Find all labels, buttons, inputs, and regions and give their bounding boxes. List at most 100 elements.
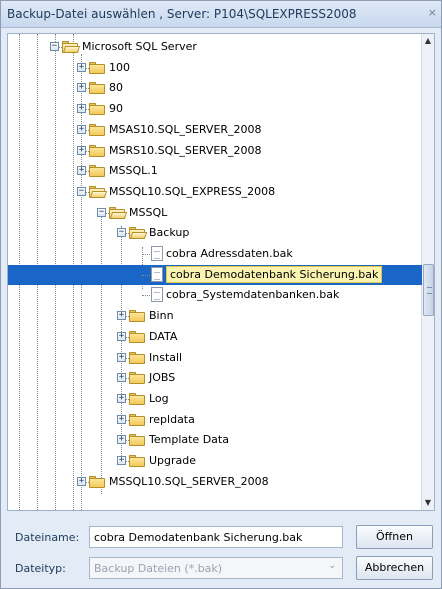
collapse-icon[interactable]: − bbox=[77, 186, 86, 196]
folder-tree[interactable]: ▲ ▼ − Microsoft SQL Server +100 +80 +90 + MSAS… bbox=[7, 33, 435, 511]
filetype-select[interactable]: Backup Dateien (*.bak) ⌄ bbox=[89, 557, 343, 579]
tree-item-label: DATA bbox=[149, 329, 178, 343]
tree-row[interactable]: + Binn bbox=[8, 306, 422, 326]
close-icon[interactable]: × bbox=[428, 6, 437, 19]
tree-row[interactable]: cobra Adressdaten.bak bbox=[8, 244, 422, 264]
folder-icon bbox=[129, 455, 145, 467]
tree-item-label: 100 bbox=[109, 60, 130, 74]
expand-icon[interactable]: + bbox=[77, 124, 86, 134]
tree-row[interactable]: cobra_Systemdatenbanken.bak bbox=[8, 285, 422, 305]
tree-row[interactable]: + MSSQL.1 bbox=[8, 161, 422, 181]
tree-row[interactable]: + MSAS10.SQL_SERVER_2008 bbox=[8, 120, 422, 140]
folder-open-icon bbox=[129, 227, 148, 240]
tree-row[interactable]: + Template Data bbox=[8, 430, 422, 450]
scroll-up-arrow-icon[interactable]: ▲ bbox=[422, 34, 434, 48]
tree-item-label: cobra Adressdaten.bak bbox=[166, 247, 293, 260]
chevron-down-icon[interactable]: ⌄ bbox=[328, 561, 336, 571]
tree-item-label: MSAS10.SQL_SERVER_2008 bbox=[109, 122, 262, 136]
open-button[interactable]: Öffnen bbox=[356, 525, 433, 549]
expand-icon[interactable]: + bbox=[117, 414, 126, 424]
tree-row[interactable]: +80 bbox=[8, 78, 422, 98]
file-icon bbox=[151, 266, 163, 282]
tree-row[interactable]: + MSSQL10.SQL_SERVER_2008 bbox=[8, 472, 422, 492]
folder-icon bbox=[89, 144, 105, 157]
tree-row-selected[interactable]: cobra Demodatenbank Sicherung.bak bbox=[8, 264, 422, 285]
tree-row[interactable]: + DATA bbox=[8, 327, 422, 347]
folder-open-icon bbox=[109, 206, 128, 219]
file-dialog-window: Backup-Datei auswählen , Server: P104\SQ… bbox=[0, 0, 442, 589]
tree-row[interactable]: +100 bbox=[8, 58, 422, 78]
cancel-button[interactable]: Abbrechen bbox=[356, 556, 433, 580]
grip-icon bbox=[427, 287, 432, 294]
tree-row[interactable]: + JOBS bbox=[8, 368, 422, 388]
expand-icon[interactable]: + bbox=[117, 456, 126, 465]
scroll-down-arrow-icon[interactable]: ▼ bbox=[422, 496, 434, 510]
tree-item-label: MSSQL.1 bbox=[109, 164, 158, 178]
tree-item-label: Install bbox=[149, 350, 183, 364]
tree-item-label: Template Data bbox=[149, 433, 229, 447]
file-icon bbox=[151, 246, 163, 261]
tree-row[interactable]: + Log bbox=[8, 389, 422, 409]
tree-row[interactable]: − MSSQL bbox=[8, 203, 422, 223]
tree-item-label: MSSQL10.SQL_SERVER_2008 bbox=[109, 474, 269, 488]
tree-item-label: cobra Demodatenbank Sicherung.bak bbox=[166, 265, 383, 283]
file-icon bbox=[151, 287, 163, 303]
tree-row[interactable]: − Backup bbox=[8, 223, 422, 243]
tree-item-label: Log bbox=[149, 391, 169, 405]
folder-icon bbox=[129, 330, 145, 343]
expand-icon[interactable]: + bbox=[117, 435, 126, 445]
expand-icon[interactable]: + bbox=[77, 104, 86, 114]
tree-row[interactable]: + repldata bbox=[8, 410, 422, 430]
folder-icon bbox=[129, 413, 145, 426]
tree-row[interactable]: + Install bbox=[8, 348, 422, 368]
expand-icon[interactable]: + bbox=[77, 166, 86, 176]
tree-item-label: 80 bbox=[109, 81, 123, 95]
tree-item-label: JOBS bbox=[149, 371, 176, 385]
folder-icon bbox=[129, 310, 145, 323]
folder-icon bbox=[89, 475, 105, 488]
folder-icon bbox=[89, 123, 105, 136]
filename-field[interactable]: cobra Demodatenbank Sicherung.bak bbox=[89, 526, 343, 548]
tree-row[interactable]: − MSSQL10.SQL_EXPRESS_2008 bbox=[8, 182, 422, 202]
folder-icon bbox=[89, 82, 105, 95]
folder-icon bbox=[129, 351, 145, 364]
tree-item-label: MSSQL bbox=[129, 205, 168, 219]
tree-item-label: Upgrade bbox=[149, 454, 197, 467]
tree-item-label: repldata bbox=[149, 412, 195, 426]
expand-icon[interactable]: + bbox=[117, 331, 126, 341]
folder-icon bbox=[89, 165, 105, 178]
expand-icon[interactable]: + bbox=[117, 393, 126, 403]
tree-item-label: MSSQL10.SQL_EXPRESS_2008 bbox=[109, 184, 276, 198]
tree-item-label: cobra_Systemdatenbanken.bak bbox=[166, 288, 340, 302]
filename-label: Dateiname: bbox=[15, 531, 80, 544]
expand-icon[interactable]: + bbox=[77, 145, 86, 155]
expand-icon[interactable]: + bbox=[77, 62, 86, 72]
vertical-scrollbar[interactable]: ▲ ▼ bbox=[421, 34, 434, 510]
tree-row[interactable]: − Microsoft SQL Server bbox=[8, 37, 422, 57]
tree-item-label: Binn bbox=[149, 309, 174, 323]
expand-icon[interactable]: + bbox=[117, 311, 126, 321]
tree-item-label: Backup bbox=[149, 226, 190, 240]
folder-icon bbox=[89, 61, 105, 74]
tree-row[interactable]: + Upgrade bbox=[8, 451, 422, 471]
tree-row[interactable]: +90 bbox=[8, 99, 422, 119]
folder-icon bbox=[129, 434, 145, 447]
collapse-icon[interactable]: − bbox=[97, 207, 106, 217]
scroll-thumb[interactable] bbox=[423, 264, 434, 316]
expand-icon[interactable]: + bbox=[77, 476, 86, 486]
expand-icon[interactable]: + bbox=[117, 373, 126, 383]
folder-open-icon bbox=[89, 185, 108, 198]
folder-icon bbox=[89, 103, 105, 116]
tree-item-label: Microsoft SQL Server bbox=[82, 40, 197, 53]
collapse-icon[interactable]: − bbox=[50, 42, 59, 51]
expand-icon[interactable]: + bbox=[117, 352, 126, 362]
folder-open-icon bbox=[62, 41, 81, 53]
folder-icon bbox=[129, 392, 145, 405]
tree-item-label: 90 bbox=[109, 102, 123, 116]
filetype-label: Dateityp: bbox=[15, 562, 66, 575]
expand-icon[interactable]: + bbox=[77, 83, 86, 93]
tree-row[interactable]: + MSRS10.SQL_SERVER_2008 bbox=[8, 141, 422, 161]
collapse-icon[interactable]: − bbox=[117, 228, 126, 238]
title-bar: Backup-Datei auswählen , Server: P104\SQ… bbox=[1, 1, 441, 28]
filetype-value: Backup Dateien (*.bak) bbox=[94, 562, 223, 575]
